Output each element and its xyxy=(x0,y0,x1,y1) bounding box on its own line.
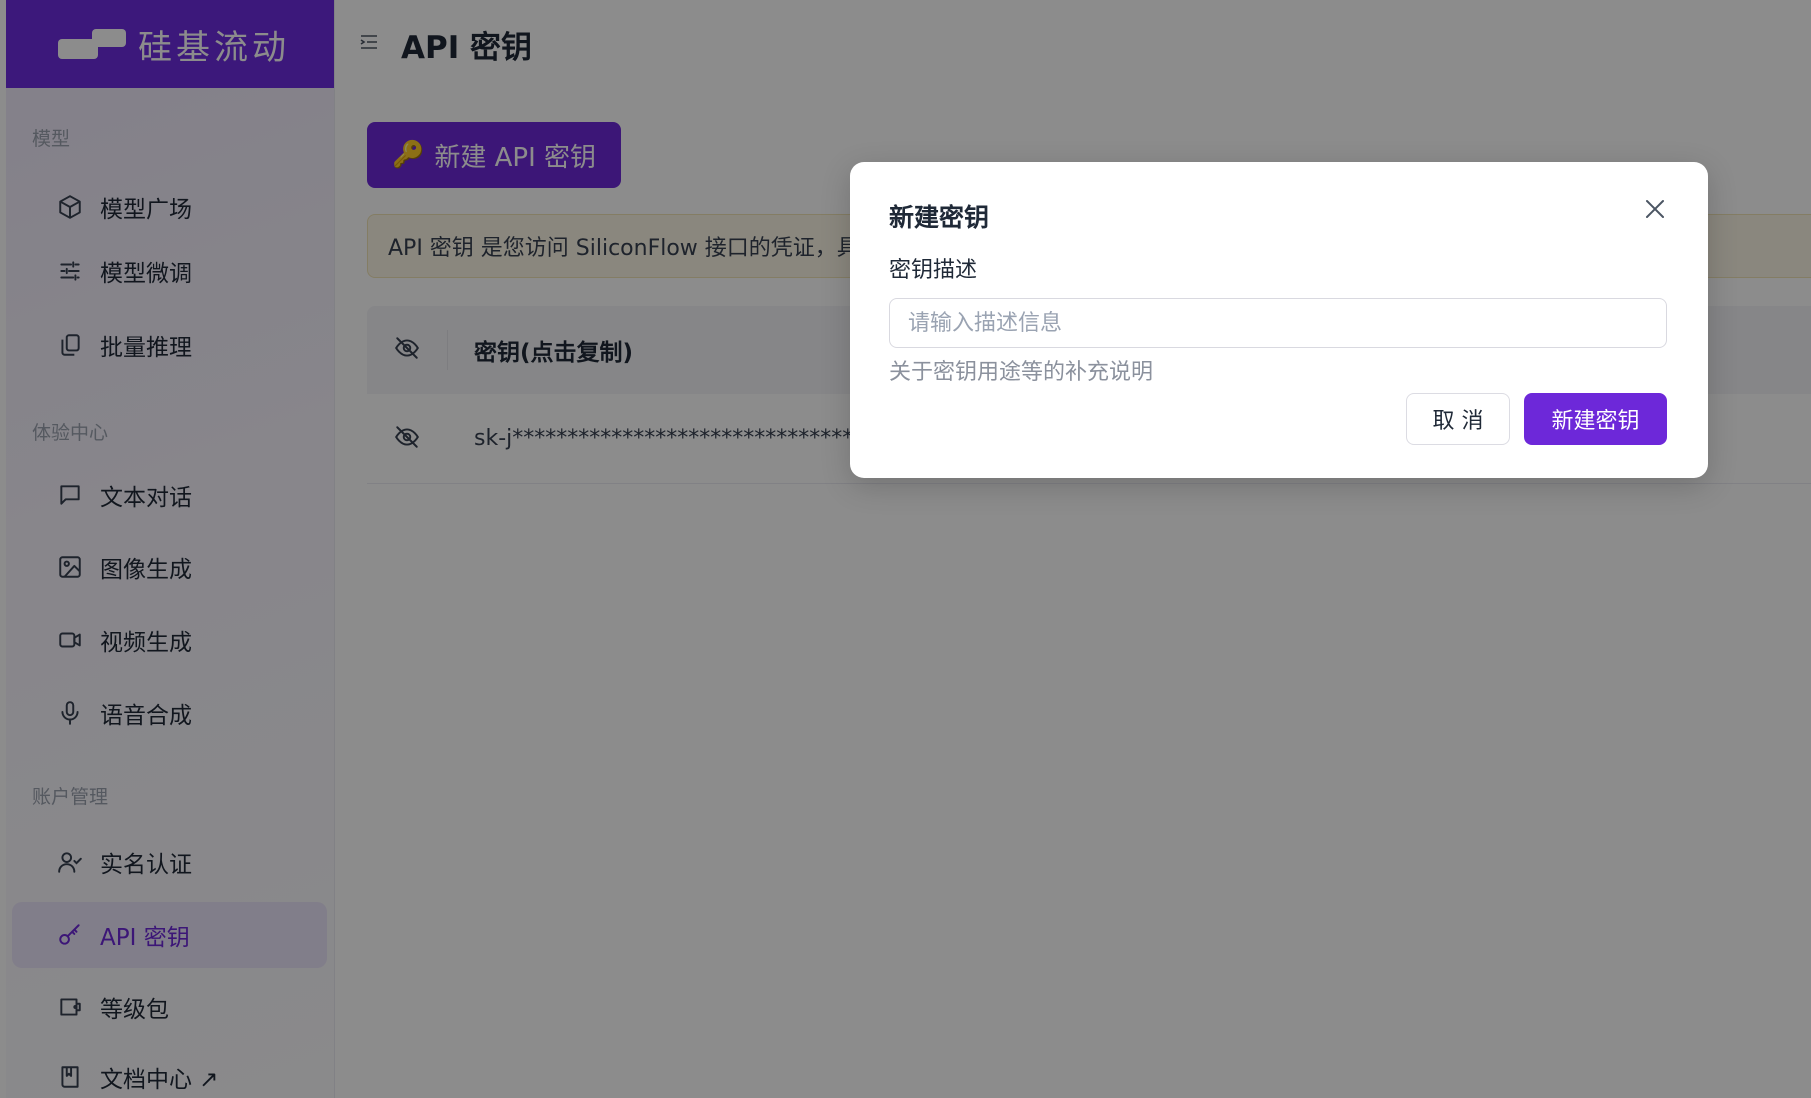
new-key-modal: 新建密钥 密钥描述 关于密钥用途等的补充说明 取 消 新建密钥 xyxy=(850,162,1708,478)
cancel-button[interactable]: 取 消 xyxy=(1406,393,1510,445)
close-icon xyxy=(1646,200,1664,218)
create-key-button[interactable]: 新建密钥 xyxy=(1524,393,1667,445)
key-description-help: 关于密钥用途等的补充说明 xyxy=(889,360,1154,385)
key-description-label: 密钥描述 xyxy=(889,258,978,283)
key-description-input[interactable] xyxy=(889,298,1667,348)
modal-title: 新建密钥 xyxy=(889,203,990,232)
close-button[interactable] xyxy=(1638,192,1672,226)
